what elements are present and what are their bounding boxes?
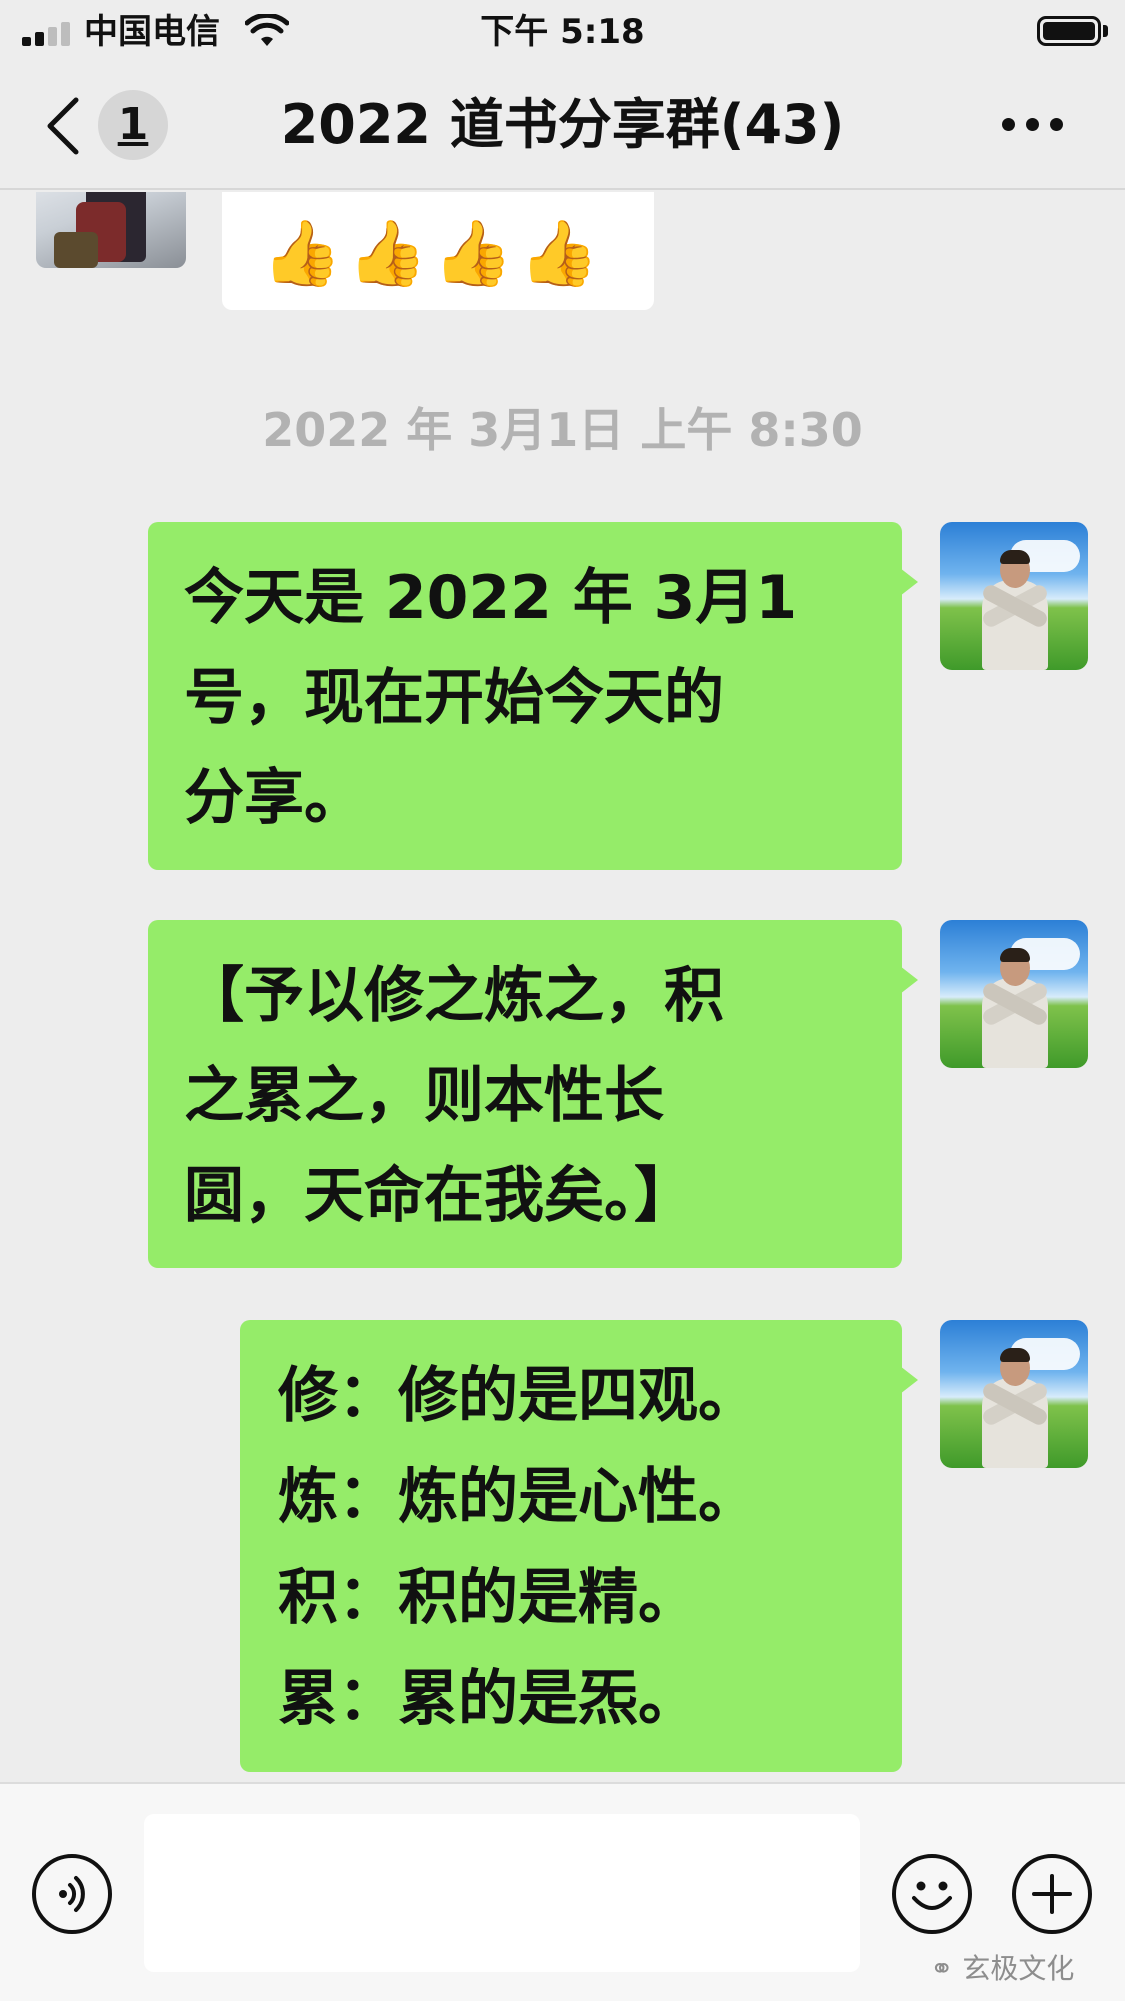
battery-icon bbox=[1037, 16, 1101, 46]
avatar[interactable] bbox=[940, 1320, 1088, 1468]
wechat-logo-icon: ⚭ bbox=[930, 1952, 954, 1985]
status-bar: 中国电信 下午 5:18 bbox=[0, 0, 1125, 62]
message-bubble-incoming[interactable]: 👍👍👍👍 bbox=[222, 192, 654, 310]
thumbs-up-emoji: 👍👍👍👍 bbox=[262, 217, 605, 291]
chat-message-list[interactable]: 👍👍👍👍 2022 年 3月1日 上午 8:30 今天是 2022 年 3月1 … bbox=[0, 192, 1125, 1782]
plus-icon[interactable] bbox=[1012, 1854, 1092, 1934]
watermark-text: 玄极文化 bbox=[962, 1952, 1075, 1985]
avatar[interactable] bbox=[36, 192, 186, 268]
avatar[interactable] bbox=[940, 920, 1088, 1068]
voice-icon[interactable] bbox=[32, 1854, 112, 1934]
avatar[interactable] bbox=[940, 522, 1088, 670]
message-timestamp: 2022 年 3月1日 上午 8:30 bbox=[262, 403, 863, 457]
nav-bar: 1 2022 道书分享群(43) bbox=[0, 62, 1125, 190]
message-bubble-outgoing[interactable]: 修：修的是四观。 炼：炼的是心性。 积：积的是精。 累：累的是炁。 bbox=[240, 1320, 918, 1772]
status-time: 下午 5:18 bbox=[480, 12, 645, 52]
watermark: ⚭ 玄极文化 bbox=[930, 1952, 1074, 1986]
input-bar: ⚭ 玄极文化 bbox=[0, 1782, 1125, 2001]
message-bubble-outgoing[interactable]: 今天是 2022 年 3月1 号，现在开始今天的 分享。 bbox=[148, 522, 918, 870]
more-icon[interactable] bbox=[998, 114, 1068, 138]
battery-tip bbox=[1103, 25, 1108, 37]
chat-title: 2022 道书分享群(43) bbox=[280, 93, 845, 156]
emoji-icon[interactable] bbox=[892, 1854, 972, 1934]
message-input[interactable] bbox=[144, 1814, 860, 1972]
message-bubble-outgoing[interactable]: 【予以修之炼之，积 之累之，则本性长 圆，天命在我矣。】 bbox=[148, 920, 918, 1268]
